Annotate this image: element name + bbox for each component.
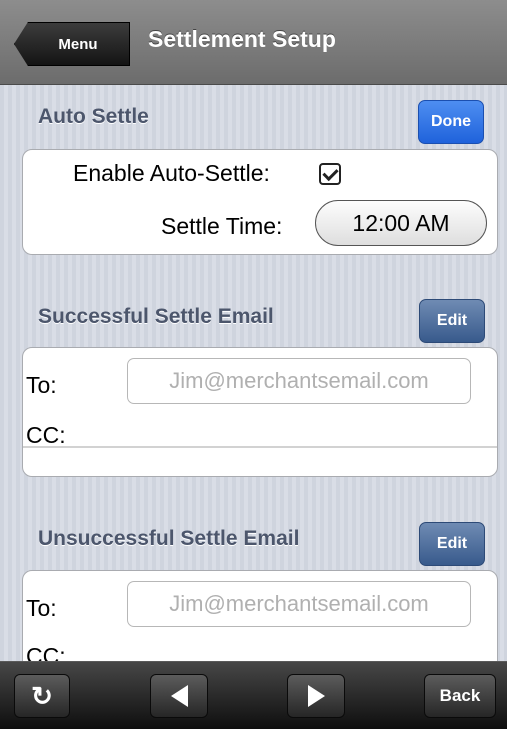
success-email-title: Successful Settle Email (38, 305, 274, 328)
fail-to-label: To: (26, 595, 57, 621)
settle-time-label: Settle Time: (161, 213, 283, 239)
refresh-icon: ↻ (31, 681, 53, 711)
settle-time-picker[interactable]: 12:00 AM (315, 200, 487, 246)
page-title: Settlement Setup (148, 26, 336, 52)
auto-settle-group: Enable Auto-Settle: Settle Time: 12:00 A… (22, 149, 498, 255)
fail-email-group: To: Jim@merchantsemail.com CC: (22, 570, 498, 661)
success-to-placeholder: Jim@merchantsemail.com (169, 368, 429, 393)
fail-email-edit-button[interactable]: Edit (419, 522, 485, 566)
next-button[interactable] (287, 674, 345, 718)
enable-auto-settle-checkbox[interactable] (319, 163, 341, 185)
divider (23, 446, 497, 448)
success-to-label: To: (26, 372, 57, 398)
refresh-button[interactable]: ↻ (14, 674, 70, 718)
content-area[interactable]: Auto Settle Done Enable Auto-Settle: Set… (0, 85, 507, 661)
navigation-bar: Menu Settlement Setup (0, 0, 507, 85)
success-email-group: To: Jim@merchantsemail.com CC: (22, 347, 498, 477)
enable-auto-settle-label: Enable Auto-Settle: (73, 160, 270, 186)
back-button[interactable]: Back (424, 674, 496, 718)
menu-button[interactable]: Menu (14, 22, 130, 66)
success-cc-label: CC: (26, 422, 66, 448)
edit-button-label: Edit (436, 312, 468, 329)
auto-settle-title: Auto Settle (38, 105, 149, 128)
success-email-edit-button[interactable]: Edit (419, 299, 485, 343)
fail-cc-label: CC: (26, 643, 66, 661)
previous-button[interactable] (150, 674, 208, 718)
done-button[interactable]: Done (418, 100, 484, 144)
fail-to-input[interactable]: Jim@merchantsemail.com (127, 581, 471, 627)
success-to-input[interactable]: Jim@merchantsemail.com (127, 358, 471, 404)
arrow-right-icon (307, 685, 325, 707)
settle-time-value: 12:00 AM (352, 209, 450, 236)
fail-to-placeholder: Jim@merchantsemail.com (169, 591, 429, 616)
edit-button-label: Edit (436, 535, 468, 552)
fail-email-title: Unsuccessful Settle Email (38, 527, 300, 550)
bottom-toolbar: ↻ Back (0, 661, 507, 729)
menu-button-label: Menu (58, 35, 98, 53)
done-button-label: Done (431, 113, 471, 130)
arrow-left-icon (170, 685, 188, 707)
back-button-label: Back (439, 686, 481, 705)
